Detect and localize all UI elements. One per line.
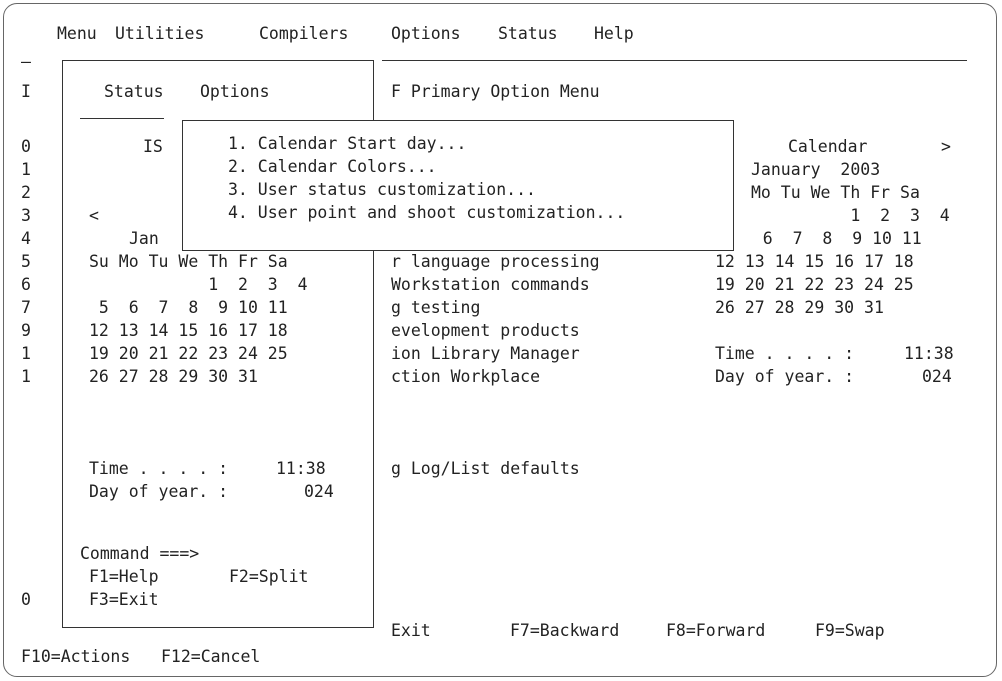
status-panel-left-border [62, 60, 63, 628]
f12-cancel-key[interactable]: F12=Cancel [161, 647, 260, 667]
f10-actions-key[interactable]: F10=Actions [21, 647, 130, 667]
day-of-year-label: Day of year. : [715, 367, 855, 386]
calendar-week: 12 13 14 15 16 17 18 [715, 252, 914, 271]
primary-menu-item[interactable]: evelopment products [391, 321, 580, 341]
status-panel-bottom-border [62, 627, 373, 628]
gutter-char: 4 [21, 229, 31, 248]
status-menu-status[interactable]: Status [104, 82, 164, 102]
calendar-week: 1 2 3 4 [751, 206, 950, 225]
option-calendar-colors[interactable]: 2. Calendar Colors... [228, 157, 437, 177]
menu-item-menu[interactable]: Menu [57, 24, 97, 44]
gutter-char: 0 [21, 137, 31, 156]
gutter-char: 6 [21, 275, 31, 294]
day-of-year-value: 024 [304, 482, 334, 501]
exit-key[interactable]: Exit [391, 621, 431, 641]
status-menu-underline [80, 118, 164, 119]
prev-month-arrow[interactable]: < [89, 206, 99, 226]
weekday-header: Su Mo Tu We Th Fr Sa [89, 252, 288, 271]
calendar-title: Calendar [788, 137, 868, 156]
day-of-year-value: 024 [922, 367, 952, 386]
f2-split-key[interactable]: F2=Split [229, 567, 308, 587]
menu-item-status[interactable]: Status [498, 24, 558, 44]
gutter-char: 5 [21, 252, 31, 271]
time-value: 11:38 [276, 459, 326, 478]
calendar-week: 1 2 3 4 [89, 275, 308, 294]
f1-help-key[interactable]: F1=Help [89, 567, 159, 587]
gutter-char: 3 [21, 206, 31, 225]
status-menu-options[interactable]: Options [200, 82, 270, 102]
options-pulldown-menu: 1. Calendar Start day... 2. Calendar Col… [182, 120, 734, 251]
calendar-week: 19 20 21 22 23 24 25 [89, 344, 288, 363]
menu-bar-underline [382, 60, 967, 61]
next-month-arrow[interactable]: > [941, 137, 951, 157]
gutter-char: 1 [21, 367, 31, 386]
gutter-char: — [21, 52, 31, 71]
menu-item-help[interactable]: Help [594, 24, 634, 44]
primary-menu-item[interactable]: g testing [391, 298, 480, 318]
calendar-week: 19 20 21 22 23 24 25 [715, 275, 914, 294]
time-label: Time . . . . : [89, 459, 229, 478]
gutter-char: I [21, 82, 31, 101]
gutter-char: 1 [21, 160, 31, 179]
calendar-week: 5 6 7 8 9 10 11 [89, 298, 288, 317]
time-label: Time . . . . : [715, 344, 855, 363]
gutter-char: 9 [21, 321, 31, 340]
weekday-header: Mo Tu We Th Fr Sa [751, 183, 920, 202]
primary-menu-item[interactable]: r language processing [391, 252, 600, 272]
calendar-month-year: January 2003 [751, 160, 881, 179]
menu-item-options[interactable]: Options [391, 24, 461, 44]
menu-item-utilities[interactable]: Utilities [115, 24, 204, 44]
command-label: Command ===> [80, 544, 200, 563]
is-text: IS [143, 137, 163, 156]
calendar-week: 6 7 8 9 10 11 [733, 229, 922, 248]
gutter-char: 0 [21, 590, 31, 609]
calendar-week: 12 13 14 15 16 17 18 [89, 321, 288, 340]
gutter-char: 7 [21, 298, 31, 317]
day-of-year-label: Day of year. : [89, 482, 229, 501]
gutter-char: 2 [21, 183, 31, 202]
primary-menu-item[interactable]: g Log/List defaults [391, 459, 580, 479]
status-panel-top-border [62, 60, 373, 61]
f9-swap-key[interactable]: F9=Swap [815, 621, 885, 641]
option-point-and-shoot-customization[interactable]: 4. User point and shoot customization... [228, 203, 625, 223]
calendar-week: 26 27 28 29 30 31 [89, 367, 258, 386]
primary-menu-item[interactable]: ion Library Manager [391, 344, 580, 364]
f3-exit-key[interactable]: F3=Exit [89, 590, 159, 610]
menu-item-compilers[interactable]: Compilers [259, 24, 348, 44]
month-abbrev: Jan [129, 229, 159, 248]
gutter-char: 1 [21, 344, 31, 363]
primary-menu-item[interactable]: Workstation commands [391, 275, 590, 295]
primary-menu-item[interactable]: ction Workplace [391, 367, 540, 387]
calendar-week: 26 27 28 29 30 31 [715, 298, 884, 317]
f7-backward-key[interactable]: F7=Backward [510, 621, 619, 641]
time-value: 11:38 [904, 344, 954, 363]
primary-menu-title: F Primary Option Menu [391, 82, 600, 101]
option-user-status-customization[interactable]: 3. User status customization... [228, 180, 536, 200]
f8-forward-key[interactable]: F8=Forward [666, 621, 765, 641]
option-calendar-start-day[interactable]: 1. Calendar Start day... [228, 134, 466, 154]
